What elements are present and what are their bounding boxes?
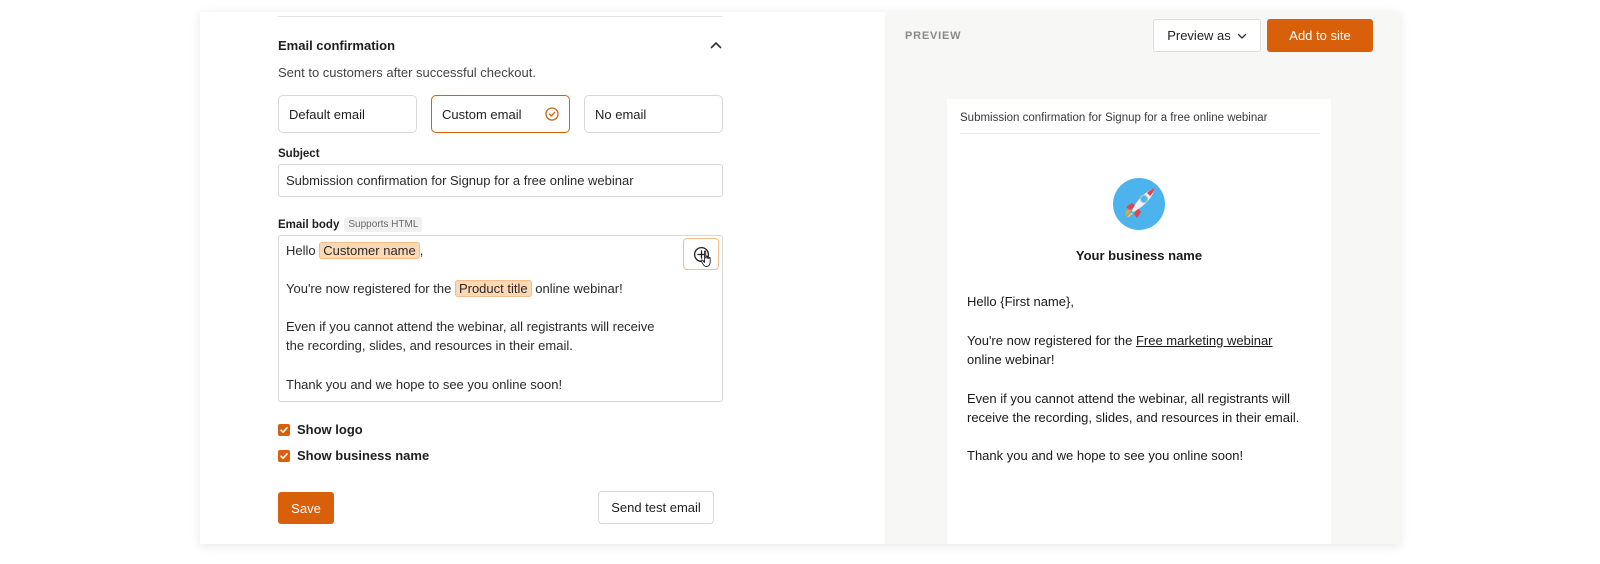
body-line-attend-1: Even if you cannot attend the webinar, a…: [286, 319, 655, 334]
preview-header-label: PREVIEW: [905, 30, 962, 42]
body-text: online webinar!: [535, 281, 623, 296]
checkbox-checked-icon[interactable]: [278, 449, 290, 462]
option-no-email[interactable]: No email: [584, 95, 723, 133]
preview-line-registered-end: online webinar!: [967, 352, 1055, 367]
checkbox-checked-icon[interactable]: [278, 423, 290, 436]
option-custom-email[interactable]: Custom email: [431, 95, 570, 133]
email-body-label: Email body: [278, 218, 340, 231]
option-label: No email: [595, 106, 647, 122]
body-line-greeting: Hello Customer name,: [286, 241, 423, 260]
rocket-icon: [1113, 178, 1165, 230]
add-to-site-button[interactable]: Add to site: [1267, 19, 1373, 52]
preview-line-registered: You're now registered for the Free marke…: [967, 331, 1273, 350]
body-text: Hello: [286, 243, 316, 258]
option-label: Default email: [289, 106, 365, 122]
chevron-up-icon[interactable]: [709, 38, 723, 52]
show-business-name-checkbox[interactable]: Show business name: [278, 448, 429, 463]
option-label: Custom email: [442, 106, 522, 122]
preview-line-attend-2: receive the recording, slides, and resou…: [967, 410, 1300, 425]
section-description: Sent to customers after successful check…: [278, 65, 536, 80]
customer-name-tag[interactable]: Customer name: [319, 242, 420, 259]
preview-as-label: Preview as: [1167, 28, 1231, 43]
subject-label: Subject: [278, 148, 320, 160]
product-link[interactable]: Free marketing webinar: [1136, 333, 1273, 348]
editor-panel: Email confirmation Sent to customers aft…: [200, 12, 885, 544]
hand-pointer-icon: [700, 250, 711, 267]
send-test-email-button[interactable]: Send test email: [598, 491, 714, 524]
preview-panel: PREVIEW Preview as Add to site Submissio…: [885, 12, 1400, 544]
body-text: ,: [419, 243, 424, 258]
show-logo-label: Show logo: [297, 422, 363, 437]
section-header[interactable]: Email confirmation: [278, 34, 723, 56]
show-logo-checkbox[interactable]: Show logo: [278, 422, 363, 437]
preview-line-attend-1: Even if you cannot attend the webinar, a…: [967, 391, 1291, 406]
chevron-down-icon: [1237, 33, 1246, 39]
divider: [278, 16, 723, 17]
preview-subject: Submission confirmation for Signup for a…: [960, 112, 1320, 134]
business-name: Your business name: [1075, 248, 1203, 263]
product-title-tag[interactable]: Product title: [454, 280, 532, 297]
email-body-editor[interactable]: Hello Customer name, You're now register…: [278, 235, 723, 402]
email-preview-card: Submission confirmation for Signup for a…: [947, 99, 1331, 544]
section-title: Email confirmation: [278, 37, 396, 53]
show-business-name-label: Show business name: [297, 448, 430, 463]
supports-html-badge: Supports HTML: [344, 217, 423, 232]
body-line-thanks: Thank you and we hope to see you online …: [286, 377, 563, 392]
preview-greeting: Hello {First name},: [967, 294, 1074, 309]
preview-as-dropdown[interactable]: Preview as: [1153, 19, 1261, 52]
preview-line-thanks: Thank you and we hope to see you online …: [967, 448, 1244, 463]
body-line-registered: You're now registered for the Product ti…: [286, 279, 623, 298]
preview-text: You're now registered for the: [967, 333, 1133, 348]
email-settings-app: Email confirmation Sent to customers aft…: [200, 12, 1400, 544]
subject-input[interactable]: [278, 164, 723, 197]
body-text: You're now registered for the: [286, 281, 452, 296]
check-circle-icon: [545, 107, 559, 121]
save-button[interactable]: Save: [278, 492, 334, 524]
body-line-attend-2: the recording, slides, and resources in …: [286, 338, 573, 353]
email-body-label-row: Email body Supports HTML: [278, 217, 423, 232]
option-default-email[interactable]: Default email: [278, 95, 417, 133]
